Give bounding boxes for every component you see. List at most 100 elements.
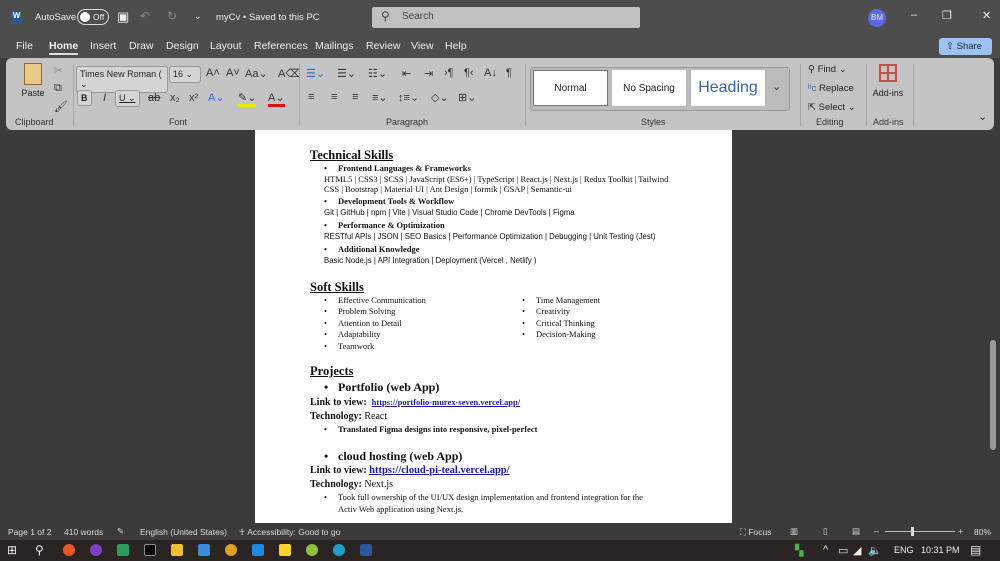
file-explorer-icon[interactable] [171,544,183,556]
redo-icon[interactable]: ↻ [167,9,177,23]
change-case-icon[interactable]: Aa⌄ [245,67,268,80]
search-icon[interactable]: ⚲ [35,543,44,557]
word-taskbar-icon[interactable] [360,544,372,556]
chrome-icon[interactable] [225,544,237,556]
shading-icon[interactable]: ◇⌄ [431,91,449,104]
font-size-dropdown[interactable]: 16 ⌄ [169,66,201,83]
scrollbar-thumb[interactable] [990,340,996,450]
vscode-icon[interactable] [252,544,264,556]
rtl-icon[interactable]: ¶‹ [464,67,474,79]
ltr-icon[interactable]: ›¶ [444,67,454,79]
tab-help[interactable]: Help [445,40,467,52]
borders-icon[interactable]: ⊞⌄ [458,91,476,104]
input-language[interactable]: ENG [894,545,914,555]
vertical-scrollbar[interactable] [989,130,998,523]
undo-icon[interactable]: ↶ [140,9,150,23]
decrease-indent-icon[interactable]: ⇤ [402,67,411,80]
format-painter-icon[interactable]: 🖌 [54,100,68,113]
text-effects-icon[interactable]: A⌄ [208,91,225,104]
project-link[interactable]: https://cloud-pi-teal.vercel.app/ [369,465,509,476]
numbering-icon[interactable]: ☰⌄ [337,67,356,80]
minimize-icon[interactable]: – [911,9,917,21]
multilevel-list-icon[interactable]: ☷⌄ [368,67,387,80]
styles-more-icon[interactable]: ⌄ [772,80,781,93]
paste-button[interactable]: Paste [18,63,48,98]
read-mode-icon[interactable]: ▥ [790,526,798,537]
tab-insert[interactable]: Insert [90,40,116,52]
avatar[interactable]: BM [868,9,886,27]
copy-icon[interactable]: ⧉ [54,82,62,95]
tab-home[interactable]: Home [49,40,79,55]
bold-button[interactable]: B [77,90,92,106]
tab-view[interactable]: View [411,40,434,52]
cut-icon[interactable]: ✂ [54,64,63,77]
tab-file[interactable]: File [16,40,33,52]
replace-button[interactable]: ᵇc Replace [808,83,854,94]
focus-button[interactable]: ⛶ Focus [740,527,771,538]
app-icon[interactable] [90,544,102,556]
zoom-slider-thumb[interactable] [911,527,914,536]
find-button[interactable]: ⚲ Find ⌄ [808,64,847,75]
app-icon[interactable] [117,544,129,556]
close-icon[interactable]: ✕ [982,9,991,22]
page-count[interactable]: Page 1 of 2 [8,527,51,537]
tab-layout[interactable]: Layout [210,40,242,52]
accessibility-status[interactable]: ☥ Accessibility: Good to go [239,527,340,538]
network-icon[interactable]: ◢ [853,544,861,557]
tray-app-icon[interactable]: ▚ [795,544,803,557]
style-normal[interactable]: Normal [533,70,608,106]
language[interactable]: English (United States) [140,527,227,537]
zoom-in-button[interactable]: + [958,526,963,536]
collapse-ribbon-icon[interactable]: ⌄ [978,110,987,123]
highlight-icon[interactable]: ✎⌄ [238,91,257,107]
edge-icon[interactable] [333,544,345,556]
bullets-icon[interactable]: ☰⌄ [306,67,325,80]
save-icon[interactable]: ▣ [117,9,129,25]
zoom-slider[interactable] [885,527,955,536]
underline-button[interactable]: U ⌄ [115,90,140,107]
superscript-icon[interactable]: x² [189,92,198,104]
app-icon[interactable] [306,544,318,556]
app-icon[interactable] [63,544,75,556]
project-link[interactable]: https://portfolio-murex-seven.vercel.app… [372,397,520,407]
tab-draw[interactable]: Draw [129,40,154,52]
strikethrough-icon[interactable]: ab [148,92,160,104]
show-marks-icon[interactable]: ¶ [506,67,512,79]
subscript-icon[interactable]: x₂ [170,92,180,104]
add-ins-button[interactable]: Add-ins [870,64,906,98]
sort-icon[interactable]: A↓ [484,67,497,79]
increase-indent-icon[interactable]: ⇥ [424,67,433,80]
word-count[interactable]: 410 words [64,527,103,537]
tab-review[interactable]: Review [366,40,400,52]
tab-references[interactable]: References [254,40,308,52]
clear-formatting-icon[interactable]: A⌫ [278,67,301,80]
line-spacing-icon[interactable]: ↕≡⌄ [398,91,419,104]
style-no-spacing[interactable]: No Spacing [612,70,686,106]
document-page[interactable]: Technical Skills Frontend Languages & Fr… [255,130,732,523]
shrink-font-icon[interactable]: A˅ [226,67,240,79]
app-icon[interactable] [144,544,156,556]
volume-icon[interactable]: 🔈 [868,544,882,557]
zoom-level[interactable]: 80% [974,527,991,537]
tab-mailings[interactable]: Mailings [315,40,354,52]
clock[interactable]: 10:31 PM [921,545,960,555]
autosave-toggle[interactable]: Off [77,9,109,25]
align-center-icon[interactable]: ≡ [331,91,337,103]
align-right-icon[interactable]: ≡ [352,91,358,103]
sticky-notes-icon[interactable] [279,544,291,556]
tray-chevron-icon[interactable]: ^ [823,544,828,556]
print-layout-icon[interactable]: ▯ [823,526,828,537]
align-left-icon[interactable]: ≡ [308,91,314,103]
justify-icon[interactable]: ≡⌄ [372,91,388,104]
font-color-icon[interactable]: A⌄ [268,91,285,107]
font-name-dropdown[interactable]: Times New Roman ( ⌄ [76,66,168,93]
tab-design[interactable]: Design [166,40,199,52]
notifications-icon[interactable]: ▤ [970,543,981,557]
document-title[interactable]: myCv • Saved to this PC [216,12,320,23]
zoom-out-button[interactable]: – [874,526,879,536]
grow-font-icon[interactable]: A˄ [206,67,220,79]
web-layout-icon[interactable]: ▤ [852,526,860,537]
windows-start-icon[interactable]: ⊞ [7,543,17,557]
tray-icon[interactable]: ▭ [838,544,848,557]
customize-qat-icon[interactable]: ⌄ [194,11,202,22]
